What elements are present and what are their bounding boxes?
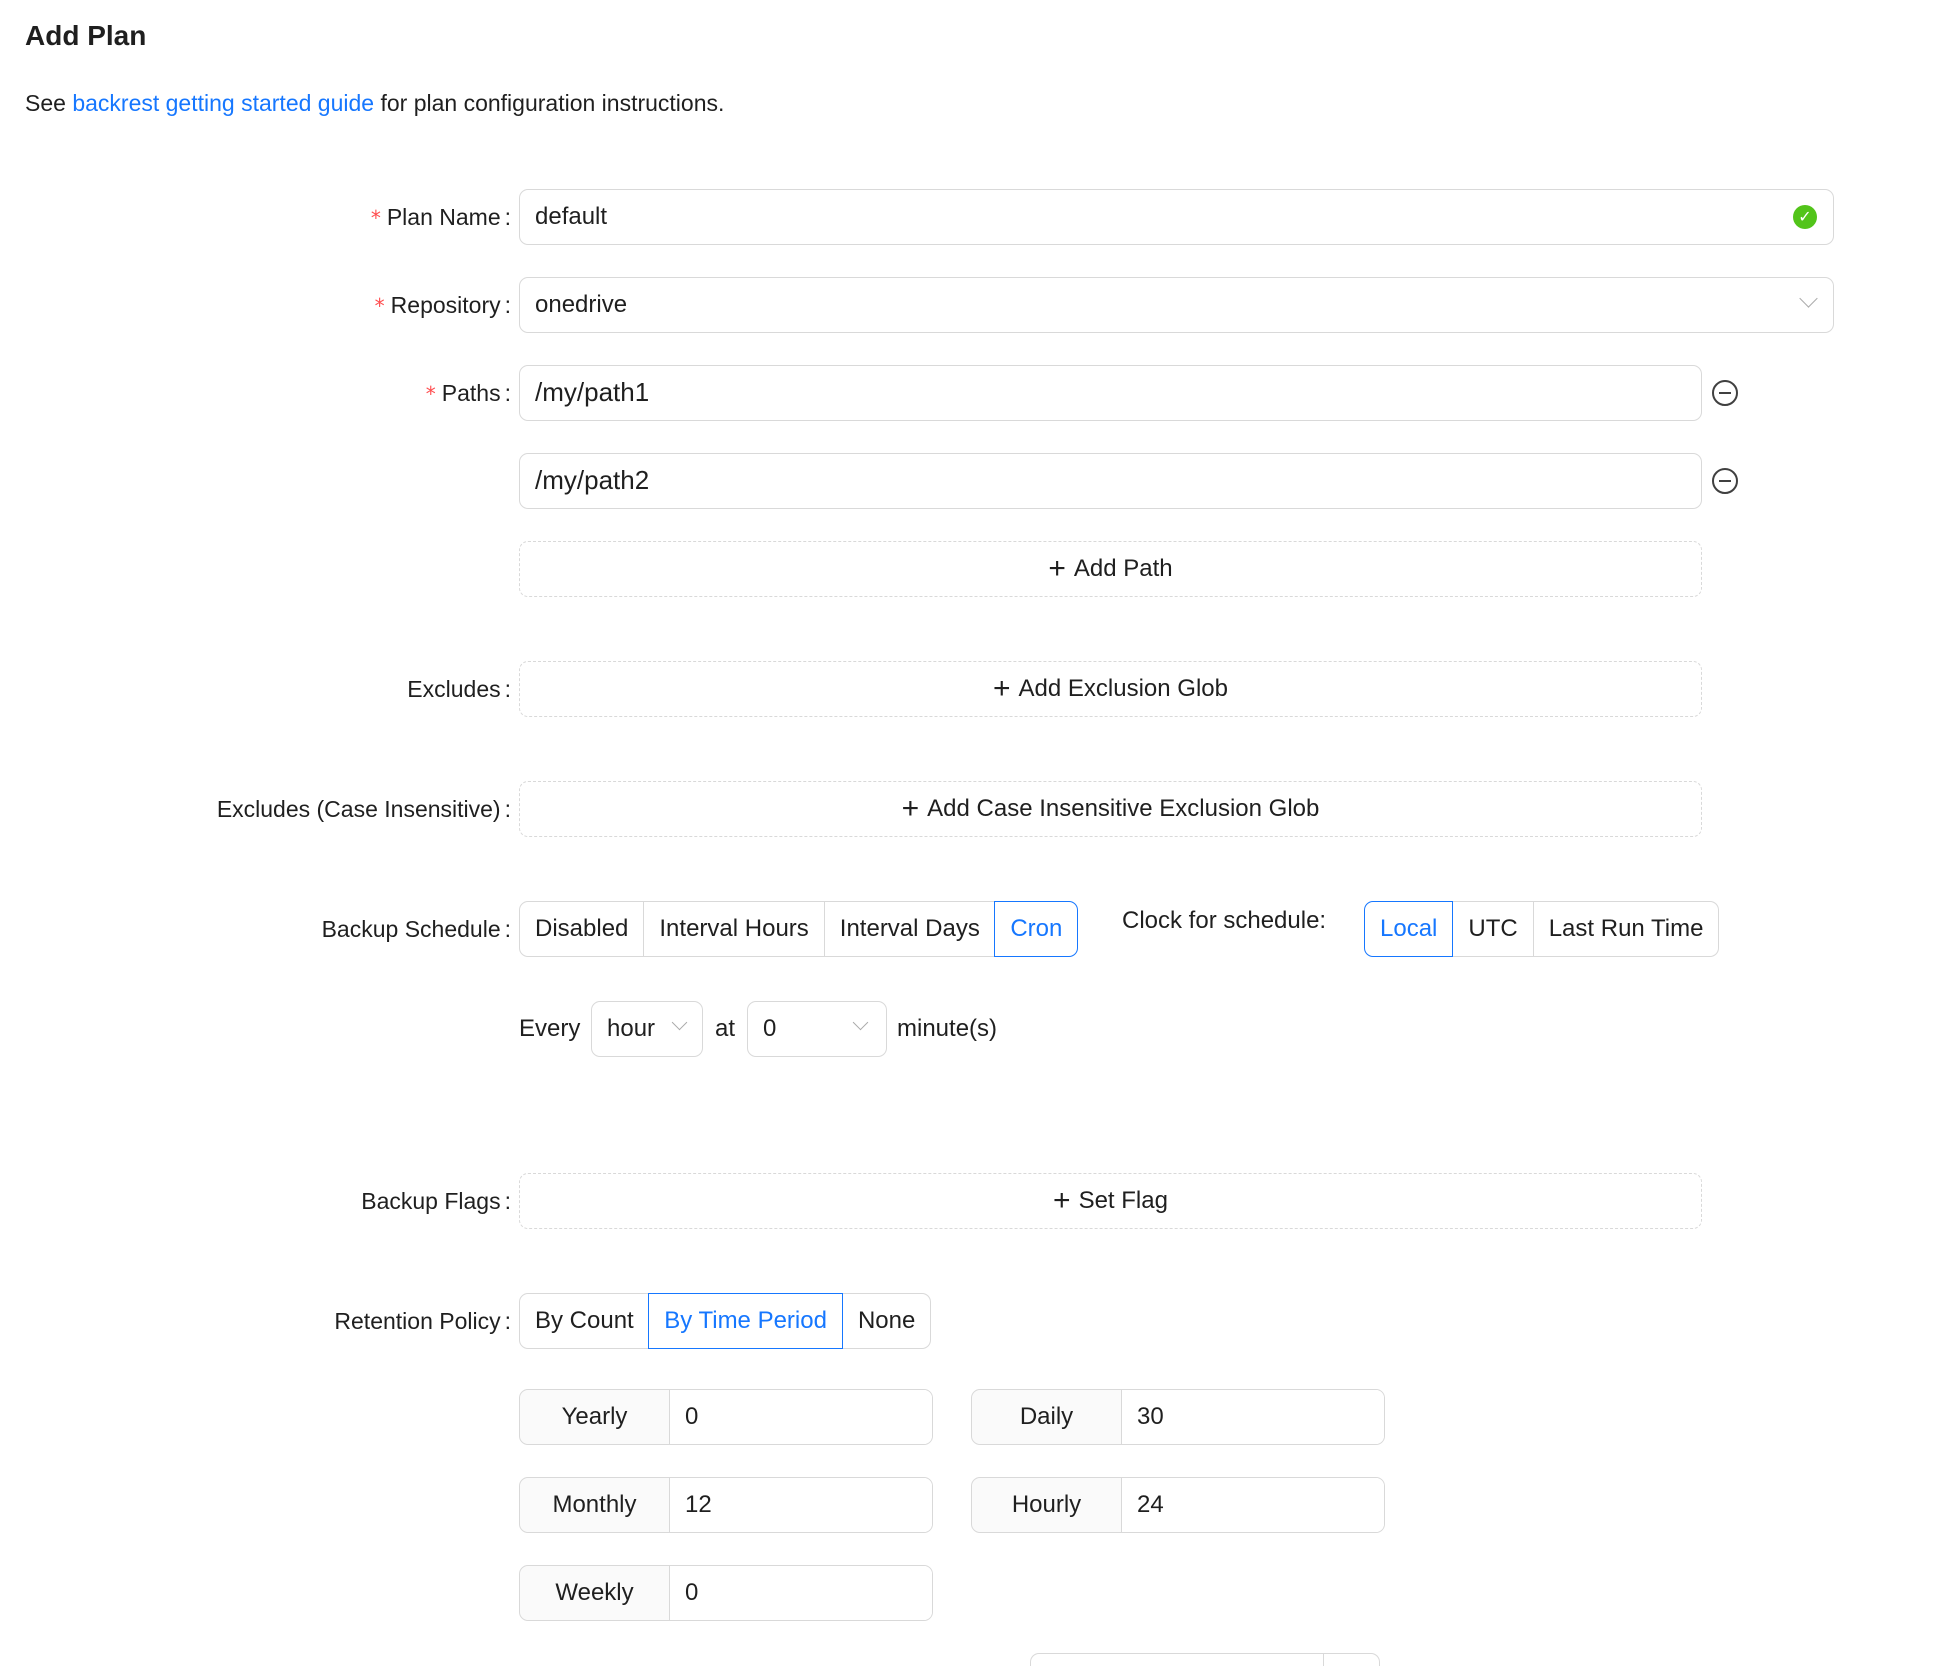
retention-monthly-input[interactable]: Monthly 12 xyxy=(519,1477,933,1533)
retention-option-by-time-period[interactable]: By Time Period xyxy=(648,1293,843,1349)
retention-option-none[interactable]: None xyxy=(842,1293,932,1349)
schedule-option-disabled[interactable]: Disabled xyxy=(519,901,645,957)
add-exclusion-button[interactable]: + Add Exclusion Glob xyxy=(519,661,1702,717)
plus-icon: + xyxy=(1048,552,1066,585)
plus-icon: + xyxy=(901,792,920,825)
clock-group: Local UTC Last Run Time xyxy=(1364,901,1720,957)
required-marker: * xyxy=(425,382,436,406)
weekly-value[interactable]: 0 xyxy=(670,1566,932,1620)
path-input[interactable]: /my/path1 xyxy=(519,365,1702,421)
partially-visible-control[interactable] xyxy=(1030,1653,1380,1666)
plan-name-input[interactable]: default xyxy=(519,189,1834,245)
clock-option-utc[interactable]: UTC xyxy=(1453,901,1534,957)
yearly-label: Yearly xyxy=(520,1390,670,1444)
repository-label: * Repository: xyxy=(374,292,511,318)
monthly-value[interactable]: 12 xyxy=(670,1478,932,1532)
clock-option-last-run-time[interactable]: Last Run Time xyxy=(1533,901,1720,957)
retention-label: Retention Policy: xyxy=(334,1308,511,1334)
required-marker: * xyxy=(370,206,381,230)
every-label: Every xyxy=(519,1015,581,1042)
minus-circle-icon[interactable] xyxy=(1712,380,1738,406)
weekly-label: Weekly xyxy=(520,1566,670,1620)
yearly-value[interactable]: 0 xyxy=(670,1390,932,1444)
intro-suffix: for plan configuration instructions. xyxy=(374,90,725,116)
clock-label: Clock for schedule: xyxy=(1122,907,1327,934)
daily-value[interactable]: 30 xyxy=(1122,1390,1384,1444)
at-label: at xyxy=(715,1015,736,1042)
repository-select[interactable]: onedrive xyxy=(519,277,1834,333)
plan-name-label: * Plan Name: xyxy=(370,204,511,230)
minutes-suffix: minute(s) xyxy=(897,1015,998,1042)
schedule-option-cron[interactable]: Cron xyxy=(994,901,1079,957)
cron-period-select[interactable]: hour xyxy=(591,1001,703,1057)
schedule-label: Backup Schedule: xyxy=(321,916,511,942)
retention-hourly-input[interactable]: Hourly 24 xyxy=(971,1477,1385,1533)
retention-option-by-count[interactable]: By Count xyxy=(519,1293,650,1349)
paths-label: * Paths: xyxy=(425,380,511,406)
set-flag-button[interactable]: + Set Flag xyxy=(519,1173,1702,1229)
check-circle-icon: ✓ xyxy=(1793,205,1817,229)
retention-yearly-input[interactable]: Yearly 0 xyxy=(519,1389,933,1445)
cron-minute-select[interactable]: 0 xyxy=(747,1001,887,1057)
intro-prefix: See xyxy=(25,90,73,116)
retention-weekly-input[interactable]: Weekly 0 xyxy=(519,1565,933,1621)
plus-icon: + xyxy=(1053,1184,1071,1217)
plus-icon: + xyxy=(993,672,1011,705)
schedule-option-interval-hours[interactable]: Interval Hours xyxy=(644,901,825,957)
schedule-option-interval-days[interactable]: Interval Days xyxy=(824,901,996,957)
minus-circle-icon[interactable] xyxy=(1712,468,1738,494)
page-title: Add Plan xyxy=(25,20,147,51)
required-marker: * xyxy=(374,294,385,318)
getting-started-link[interactable]: backrest getting started guide xyxy=(72,90,374,116)
schedule-type-group: Disabled Interval Hours Interval Days Cr… xyxy=(519,901,1079,957)
excludes-label: Excludes: xyxy=(407,676,511,702)
daily-label: Daily xyxy=(972,1390,1122,1444)
retention-type-group: By Count By Time Period None xyxy=(519,1293,932,1349)
add-iexclusion-button[interactable]: + Add Case Insensitive Exclusion Glob xyxy=(519,781,1702,837)
flags-label: Backup Flags: xyxy=(361,1188,511,1214)
monthly-label: Monthly xyxy=(520,1478,670,1532)
hourly-label: Hourly xyxy=(972,1478,1122,1532)
iexcludes-label: Excludes (Case Insensitive): xyxy=(216,796,511,822)
path-input[interactable]: /my/path2 xyxy=(519,453,1702,509)
intro-text: See backrest getting started guide for p… xyxy=(25,90,724,117)
retention-daily-input[interactable]: Daily 30 xyxy=(971,1389,1385,1445)
clock-option-local[interactable]: Local xyxy=(1364,901,1454,957)
add-plan-page: Add Plan See backrest getting started gu… xyxy=(0,0,1958,1666)
hourly-value[interactable]: 24 xyxy=(1122,1478,1384,1532)
add-path-button[interactable]: + Add Path xyxy=(519,541,1702,597)
